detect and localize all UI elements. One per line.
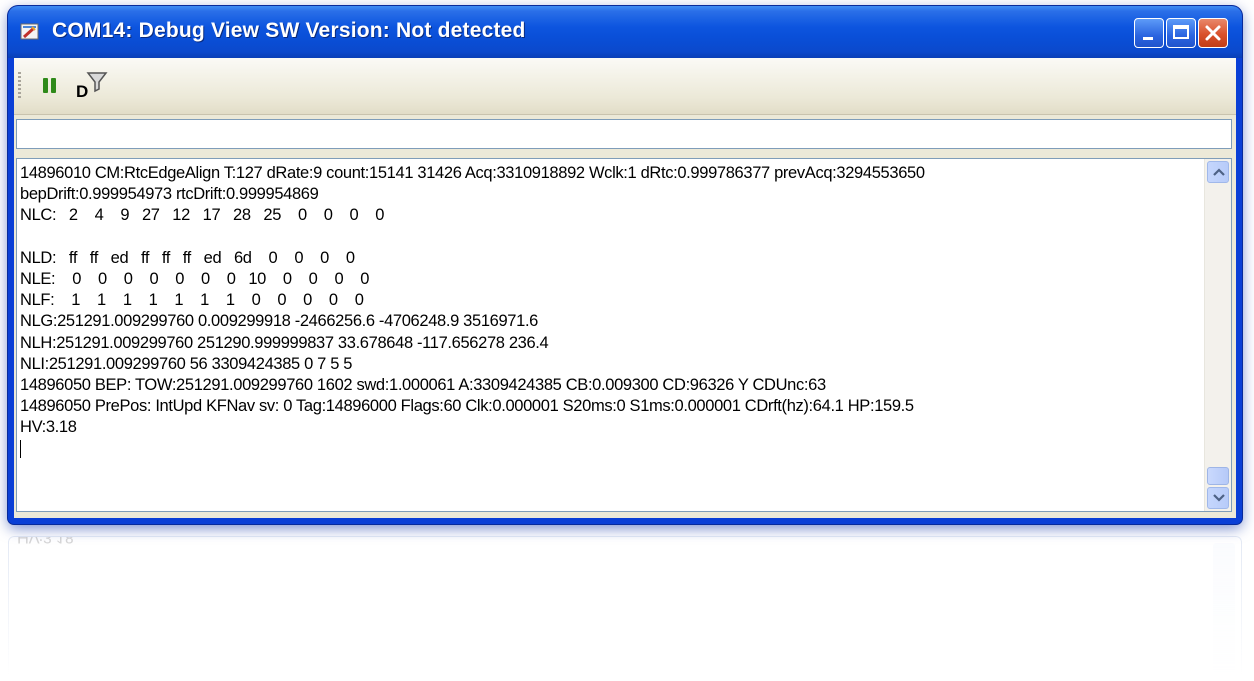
log-line: NLC: 2 4 9 27 12 17 28 25 0 0 0 0 [20,206,385,225]
log-line: NLI:251291.009299760 56 3309424385 0 7 5… [20,354,353,373]
chevron-down-icon [1213,494,1225,502]
log-line: NLG:251291.009299760 0.009299918 -246625… [20,312,539,331]
log-line: HV:3.18 [20,418,77,437]
log-line: NLH:251291.009299760 251290.999999837 33… [20,333,549,352]
chevron-up-icon [1213,168,1225,176]
reflection-line: HV:3.18 [17,536,74,546]
filter-debug-icon: D [76,72,108,101]
close-icon [1205,25,1221,41]
window-title: COM14: Debug View SW Version: Not detect… [52,19,526,42]
debug-log[interactable]: 14896010 CM:RtcEdgeAlign T:127 dRate:9 c… [16,158,1232,512]
scroll-up-button[interactable] [1207,161,1229,183]
log-lines: 14896010 CM:RtcEdgeAlign T:127 dRate:9 c… [20,163,1201,460]
debug-view-window: COM14: Debug View SW Version: Not detect… [8,6,1242,524]
command-input[interactable] [16,119,1232,149]
toolbar-grip[interactable] [18,72,21,98]
toolbar: D [14,58,1236,115]
log-line: NLD: ff ff ed ff ff ff ed 6d 0 0 0 0 [20,248,355,267]
pause-icon [43,78,56,93]
window-reflection: HV:3.18 14896050 PrePos: IntUpd KFNav sv… [8,536,1242,676]
title-bar[interactable]: COM14: Debug View SW Version: Not detect… [8,6,1242,58]
log-line: 14896010 CM:RtcEdgeAlign T:127 dRate:9 c… [20,164,925,182]
scroll-down-button[interactable] [1207,487,1229,509]
scroll-thumb[interactable] [1207,467,1229,485]
minimize-button[interactable] [1134,18,1164,48]
log-line: 14896050 PrePos: IntUpd KFNav sv: 0 Tag:… [20,397,914,416]
log-line: 14896050 BEP: TOW:251291.009299760 1602 … [20,375,826,394]
reflection-text: HV:3.18 14896050 PrePos: IntUpd KFNav sv… [17,536,1207,547]
log-line: NLE: 0 0 0 0 0 0 0 10 0 0 0 0 [20,269,370,288]
filter-button[interactable]: D [74,70,108,101]
reflection-scrollbar [1213,543,1235,673]
filter-icon-letter: D [76,82,88,100]
app-icon[interactable] [20,22,40,42]
text-caret-line [20,438,1201,459]
vertical-scrollbar[interactable] [1204,159,1231,511]
pause-button[interactable] [40,75,60,97]
log-line: NLF: 1 1 1 1 1 1 1 0 0 0 0 0 [20,291,364,310]
maximize-button[interactable] [1166,18,1196,48]
client-area: D 14896010 CM:RtcEdgeAlign T:127 dRate:9… [14,58,1236,518]
text-caret [20,440,21,459]
close-button[interactable] [1198,18,1228,48]
log-line: bepDrift:0.999954973 rtcDrift:0.99995486… [20,185,319,204]
